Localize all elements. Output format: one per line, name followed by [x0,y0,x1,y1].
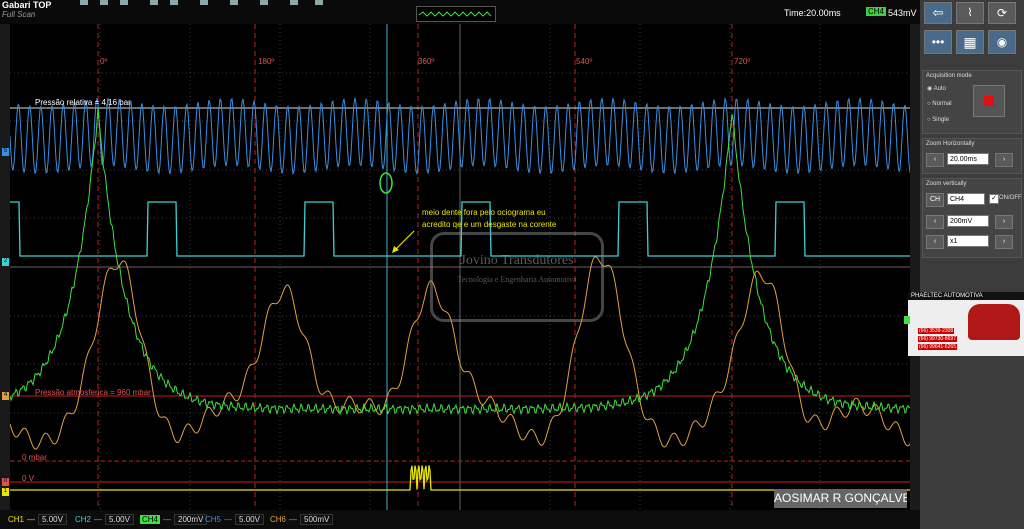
left-marker-1[interactable]: 1 [2,488,9,496]
onoff-label: ON/OFF [999,195,1022,201]
zoom-v-decrease-button[interactable]: ‹ [926,215,944,229]
back-button[interactable]: ⇦ [924,2,952,24]
ch4-status[interactable]: CH4— 200mV [140,514,208,525]
onoff-checkbox[interactable]: ✓ [989,194,999,204]
watermark-line1: Jovino Transdutores [460,253,574,268]
ch5-status[interactable]: CH5— 5.00V [205,514,264,525]
zoom-vertical-group: Zoom vertically CH CH4 ✓ ON/OFF ‹ 200mV … [922,178,1022,258]
note-line2: acredito qe e um desgaste na corente [422,220,557,229]
acq-option-auto[interactable]: ◉ Auto [927,85,946,92]
sponsor-car-image [968,304,1020,340]
ch2-status[interactable]: CH2— 5.00V [75,514,134,525]
angle-label-0: 0º [100,57,108,66]
waveform-tool-button[interactable]: ⌇ [956,2,984,24]
zoom-vertical-title: Zoom vertically [926,181,967,187]
brand-line2: Full Scan [2,10,36,19]
record-icon [984,96,994,106]
channel-status-bar: CH1— 5.00V CH2— 5.00V CH4— 200mV CH5— 5.… [0,510,920,529]
record-button[interactable] [973,85,1005,117]
oscilloscope-display[interactable]: 0º 180º 360º 540º 720º Pressão relativa … [10,24,910,510]
sponsor-phone-2: (66) 99730-8697 [918,336,957,342]
ch1-status[interactable]: CH1— 5.00V [8,514,67,525]
ch1-value: 5.00V [38,514,67,525]
angle-label-360: 360º [418,57,435,66]
camera-button[interactable]: ◉ [988,30,1016,54]
zoom-h-increase-button[interactable]: › [995,153,1013,167]
zero-v-label: 0 V [22,474,35,483]
acquisition-mode-title: Acquisition mode [926,73,972,79]
brand-line1: Gabari TOP [2,0,52,10]
ch6-value: 500mV [300,514,334,525]
ch5-value: 5.00V [235,514,264,525]
zoom-v-increase-button[interactable]: › [995,215,1013,229]
acq-option-single[interactable]: ○ Single [927,117,949,123]
sponsor-phone-3: (66) 99641-6265 [918,344,957,350]
channel-value: 543mV [888,8,917,18]
sponsor-ad: PHAELTEC AUTOMOTIVA (66) 3539-2308 (66) … [908,292,1024,356]
zoom-h-select[interactable]: 20.00ms [947,153,989,165]
zoom-v-channel-select[interactable]: CH4 [947,193,985,205]
pressure-relative-label: Pressão relativa = 4,16 bar [35,98,131,107]
ch1-name: CH1 [8,515,25,524]
trace-ch1 [10,465,910,491]
zoom-mult-select[interactable]: x1 [947,235,989,247]
zoom-horizontal-group: Zoom Horizontally ‹ 20.00ms › [922,138,1022,174]
zoom-v-ch-button[interactable]: CH [926,193,944,207]
ch5-name: CH5 [205,515,222,524]
zero-mbar-label: 0 mbar [22,453,47,462]
ch4-right-marker[interactable] [904,316,910,324]
signature-box: AOSIMAR R GONÇALVES [774,489,907,508]
zoom-v-value-select[interactable]: 200mV [947,215,989,227]
acq-option-normal[interactable]: ○ Normal [927,101,952,107]
acquisition-mode-group: Acquisition mode ◉ Auto ○ Normal ○ Singl… [922,70,1022,134]
left-marker-5[interactable]: 5 [2,148,9,156]
channel-badge: CH4 [866,7,887,16]
ch6-status[interactable]: CH6— 500mV [270,514,334,525]
ch6-name: CH6 [270,515,287,524]
sponsor-title: PHAELTEC AUTOMOTIVA [908,292,1024,300]
zoom-mult-decrease-button[interactable]: ‹ [926,235,944,249]
angle-label-540: 540º [576,57,593,66]
control-panel: ⇦ ⌇ ⟳ ••• ▦ ◉ Acquisition mode ◉ Auto ○ … [904,0,1024,529]
sponsor-phone-1: (66) 3539-2308 [918,328,955,334]
angle-label-180: 180º [258,57,275,66]
left-marker-0[interactable]: 0 [2,478,9,486]
watermark-line2: Tecnologia e Engenharia Automotiva [457,275,577,284]
angle-label-720: 720º [734,57,751,66]
trace-ch5 [10,96,910,176]
brand-logo: Gabari TOP Full Scan [2,0,62,24]
ch2-name: CH2 [75,515,92,524]
more-button[interactable]: ••• [924,30,952,54]
qr-code-icon[interactable]: ▦ [956,30,984,54]
zoom-mult-increase-button[interactable]: › [995,235,1013,249]
time-readout: Time:20.00ms [784,8,841,18]
ch2-value: 5.00V [105,514,134,525]
scope-toolbar: Gabari TOP Full Scan Time:20.00ms CH4 54… [0,0,920,24]
pressure-atmospheric-label: Pressão atmosferica = 960 mbar [35,388,151,397]
left-marker-4[interactable]: 4 [2,392,9,400]
waveform-preview[interactable] [416,6,496,22]
left-marker-2[interactable]: 2 [2,258,9,266]
zoom-horizontal-title: Zoom Horizontally [926,141,975,147]
note-line1: meio dente fora pelo ociograma eu [422,208,546,217]
ch4-name: CH4 [140,515,161,524]
refresh-button[interactable]: ⟳ [988,2,1016,24]
watermark: Jovino Transdutores Tecnologia e Engenha… [430,232,604,322]
zoom-h-decrease-button[interactable]: ‹ [926,153,944,167]
ch4-value: 200mV [174,514,208,525]
